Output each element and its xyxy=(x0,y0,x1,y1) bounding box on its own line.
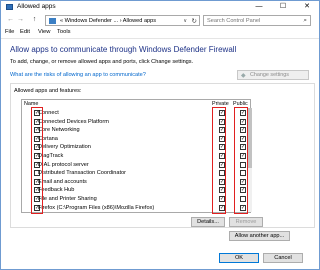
back-arrow-icon[interactable]: ← xyxy=(6,15,15,25)
up-arrow-icon[interactable]: ↑ xyxy=(30,15,39,25)
app-name: Feedback Hub xyxy=(38,187,75,194)
search-box[interactable]: ⌕ xyxy=(203,15,311,26)
app-name: Core Networking xyxy=(38,127,80,134)
highlight-private-column xyxy=(212,107,226,214)
list-scrollbar[interactable] xyxy=(248,108,252,212)
maximize-button[interactable]: ☐ xyxy=(271,1,295,13)
app-name: DIAL protocol server xyxy=(38,161,89,168)
address-dropdown-icon[interactable]: ∨ xyxy=(183,18,187,24)
search-input[interactable] xyxy=(204,16,298,25)
search-icon[interactable]: ⌕ xyxy=(303,17,307,25)
highlight-public-column xyxy=(234,107,248,214)
app-name: Email and accounts xyxy=(38,178,87,185)
app-name: Distributed Transaction Coordinator xyxy=(38,170,126,177)
title-bar: Allowed apps — ☐ ✕ xyxy=(1,1,319,13)
app-name: Delivery Optimization xyxy=(38,144,91,151)
address-bar[interactable]: « Windows Defender ... › Allowed apps ↻ … xyxy=(45,15,200,26)
shield-icon: ◆ xyxy=(241,73,246,79)
remove-button[interactable]: Remove xyxy=(229,217,263,227)
close-button[interactable]: ✕ xyxy=(295,1,319,13)
allowed-apps-window: Allowed apps — ☐ ✕ ← → ↑ « Windows Defen… xyxy=(0,0,320,270)
page-title: Allow apps to communicate through Window… xyxy=(10,45,237,54)
address-row: ← → ↑ « Windows Defender ... › Allowed a… xyxy=(1,14,319,27)
folder-icon xyxy=(49,18,56,24)
refresh-icon[interactable]: ↻ xyxy=(192,17,197,25)
app-name: Firefox (C:\Program Files (x86)\Mozilla … xyxy=(38,204,155,211)
app-name: Connected Devices Platform xyxy=(38,118,109,125)
menu-separator xyxy=(1,38,319,39)
instructions-text: To add, change, or remove allowed apps a… xyxy=(10,59,194,65)
app-name: File and Printer Sharing xyxy=(38,196,97,202)
menu-edit[interactable]: Edit xyxy=(20,29,30,35)
firewall-app-icon xyxy=(6,4,13,10)
window-title: Allowed apps xyxy=(17,3,56,10)
menu-file[interactable]: File xyxy=(5,29,14,35)
menu-view[interactable]: View xyxy=(38,29,50,35)
ok-button[interactable]: OK xyxy=(219,253,259,263)
details-button[interactable]: Details... xyxy=(191,217,225,227)
minimize-button[interactable]: — xyxy=(247,1,271,13)
menu-bar: File Edit View Tools xyxy=(1,28,319,38)
breadcrumb[interactable]: « Windows Defender ... › Allowed apps xyxy=(60,18,156,24)
scrollbar-thumb[interactable] xyxy=(248,108,252,168)
allow-another-app-button[interactable]: Allow another app... xyxy=(229,231,290,241)
menu-tools[interactable]: Tools xyxy=(57,29,71,35)
highlight-name-checkboxes xyxy=(31,107,43,214)
risks-link[interactable]: What are the risks of allowing an app to… xyxy=(10,72,146,78)
forward-arrow-icon[interactable]: → xyxy=(16,15,25,25)
group-label: Allowed apps and features: xyxy=(14,88,82,94)
cancel-button[interactable]: Cancel xyxy=(263,253,303,263)
change-settings-label: Change settings xyxy=(250,72,289,78)
change-settings-button[interactable]: ◆ Change settings xyxy=(237,70,309,80)
